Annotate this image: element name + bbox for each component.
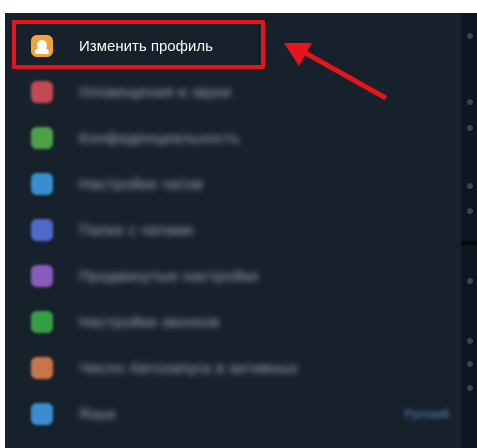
screenshot-stage: Изменить профиль Оповещения и звуки Конф…: [0, 0, 477, 448]
annotation-arrow: [284, 43, 387, 100]
